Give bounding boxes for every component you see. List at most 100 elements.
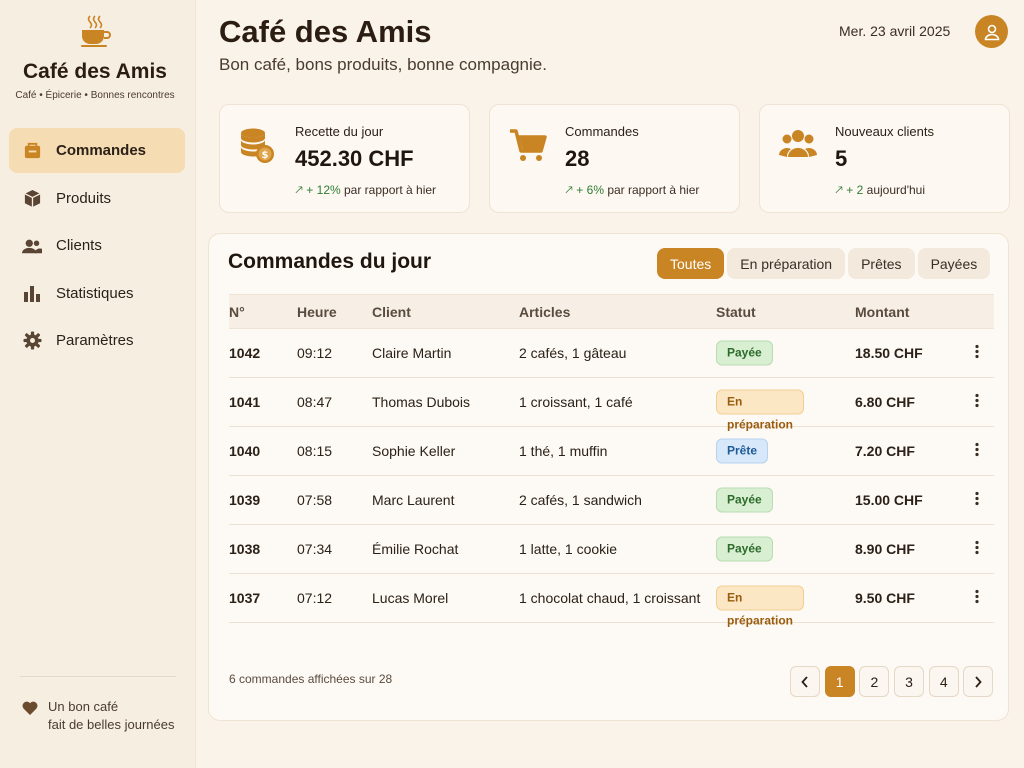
more-vertical-icon (975, 589, 979, 604)
order-amount: 15.00 CHF (855, 492, 923, 508)
column-header-items[interactable]: Articles (519, 304, 570, 320)
more-vertical-icon (975, 442, 979, 457)
column-header-time[interactable]: Heure (297, 304, 337, 320)
sidebar-item-clients[interactable]: Clients (9, 223, 185, 268)
row-menu-button[interactable] (972, 344, 982, 362)
sidebar-item-commandes[interactable]: Commandes (9, 128, 185, 173)
order-client: Sophie Keller (372, 443, 456, 459)
page-button-1[interactable]: 1 (824, 666, 855, 697)
table-row[interactable]: 1039 07:58 Marc Laurent 2 cafés, 1 sandw… (229, 476, 994, 525)
stat-label: Nouveaux clients (835, 124, 934, 139)
row-menu-button[interactable] (972, 442, 982, 460)
order-client: Lucas Morel (372, 590, 449, 606)
pagination: 1 2 3 4 (790, 666, 998, 697)
coins-icon: $ (241, 128, 274, 163)
page-button-3[interactable]: 3 (894, 666, 925, 697)
more-vertical-icon (975, 393, 979, 408)
filter-paid[interactable]: Payées (917, 248, 991, 279)
stat-value: 452.30 CHF (295, 146, 414, 171)
stat-label: Recette du jour (295, 124, 384, 139)
table-row[interactable]: 1041 08:47 Thomas Dubois 1 croissant, 1 … (229, 378, 994, 432)
user-icon (984, 24, 999, 40)
page-button-2[interactable]: 2 (859, 666, 890, 697)
table-row[interactable]: 1037 07:12 Lucas Morel 1 chocolat chaud,… (229, 574, 994, 628)
coffee-cup-icon (81, 15, 111, 47)
heart-icon (22, 701, 38, 715)
current-date: Mer. 23 avril 2025 (839, 23, 951, 39)
order-time: 09:12 (297, 345, 333, 361)
order-items: 2 cafés, 1 gâteau (519, 345, 627, 361)
footer-line-2: fait de belles journées (48, 717, 175, 732)
sidebar-item-produits[interactable]: Produits (9, 176, 185, 221)
orders-title: Commandes du jour (228, 250, 432, 273)
order-time: 08:47 (297, 394, 333, 410)
order-number: 1037 (229, 590, 261, 606)
gear-icon (22, 331, 42, 351)
order-number: 1040 (229, 443, 261, 459)
order-time: 08:15 (297, 443, 333, 459)
order-amount: 6.80 CHF (855, 394, 915, 410)
page-button-4[interactable]: 4 (928, 666, 959, 697)
status-filter-group: Toutes En préparation Prêtes Payées (657, 248, 993, 279)
row-menu-button[interactable] (972, 589, 982, 607)
sidebar-divider (20, 676, 176, 677)
trend-value: + 2 (846, 183, 864, 197)
sidebar-item-label: Statistiques (56, 284, 134, 302)
order-client: Thomas Dubois (372, 394, 471, 410)
order-amount: 7.20 CHF (855, 443, 915, 459)
previous-page-button[interactable] (790, 666, 820, 697)
trend-value: + 12% (306, 183, 341, 197)
stat-trend: 🡕 + 6% par rapport à hier (565, 181, 699, 202)
column-header-status[interactable]: Statut (716, 304, 756, 320)
order-client: Claire Martin (372, 345, 452, 361)
footer-line-1: Un bon café (48, 699, 119, 714)
sidebar-item-label: Clients (56, 237, 102, 254)
order-items: 1 latte, 1 cookie (519, 541, 618, 557)
stat-trend: 🡕 + 2 aujourd'hui (835, 181, 925, 202)
order-items: 1 thé, 1 muffin (519, 443, 608, 459)
order-time: 07:58 (297, 492, 333, 508)
svg-text:$: $ (262, 150, 269, 161)
order-items: 1 chocolat chaud, 1 croissant (519, 590, 701, 606)
sidebar-item-label: Produits (56, 189, 112, 207)
order-time: 07:34 (297, 541, 333, 557)
sidebar: Café des Amis Café • Épicerie • Bonnes r… (0, 0, 196, 768)
orders-panel: Commandes du jour Toutes En préparation … (208, 233, 1009, 721)
user-avatar-button[interactable] (975, 15, 1008, 48)
stat-card-revenue: $ Recette du jour 452.30 CHF 🡕 + 12% par… (219, 104, 470, 213)
filter-all[interactable]: Toutes (657, 248, 725, 279)
table-header: N° Heure Client Articles Statut Montant (229, 294, 994, 329)
stat-trend: 🡕 + 12% par rapport à hier (295, 181, 436, 202)
status-badge: Payée (716, 487, 773, 513)
table-row[interactable]: 1040 08:15 Sophie Keller 1 thé, 1 muffin… (229, 427, 994, 476)
filter-in-preparation[interactable]: En préparation (727, 248, 846, 279)
row-menu-button[interactable] (972, 393, 982, 411)
column-header-number[interactable]: N° (229, 304, 245, 320)
row-menu-button[interactable] (972, 491, 982, 509)
bar-chart-icon (22, 283, 42, 303)
order-items: 1 croissant, 1 café (519, 394, 633, 410)
order-time: 07:12 (297, 590, 333, 606)
table-row[interactable]: 1038 07:34 Émilie Rochat 1 latte, 1 cook… (229, 525, 994, 574)
filter-ready[interactable]: Prêtes (848, 248, 915, 279)
sidebar-item-label: Commandes (56, 142, 147, 159)
page-subtitle: Bon café, bons produits, bonne compagnie… (219, 55, 547, 74)
stat-value: 5 (835, 146, 848, 171)
trend-text: aujourd'hui (866, 183, 925, 197)
order-number: 1039 (229, 492, 261, 508)
stat-card-orders: Commandes 28 🡕 + 6% par rapport à hier (489, 104, 740, 213)
row-menu-button[interactable] (972, 540, 982, 558)
column-header-amount[interactable]: Montant (855, 304, 909, 320)
more-vertical-icon (975, 491, 979, 506)
page-title: Café des Amis (219, 14, 432, 49)
sidebar-item-parametres[interactable]: Paramètres (9, 318, 185, 363)
table-row[interactable]: 1042 09:12 Claire Martin 2 cafés, 1 gâte… (229, 329, 994, 378)
chevron-right-icon (975, 675, 983, 688)
status-badge: Prête (716, 438, 769, 464)
column-header-client[interactable]: Client (372, 304, 411, 320)
chevron-left-icon (801, 675, 808, 688)
next-page-button[interactable] (963, 666, 994, 697)
order-number: 1038 (229, 541, 261, 557)
sidebar-item-statistiques[interactable]: Statistiques (9, 271, 185, 316)
brand-tagline: Café • Épicerie • Bonnes rencontres (15, 90, 175, 101)
